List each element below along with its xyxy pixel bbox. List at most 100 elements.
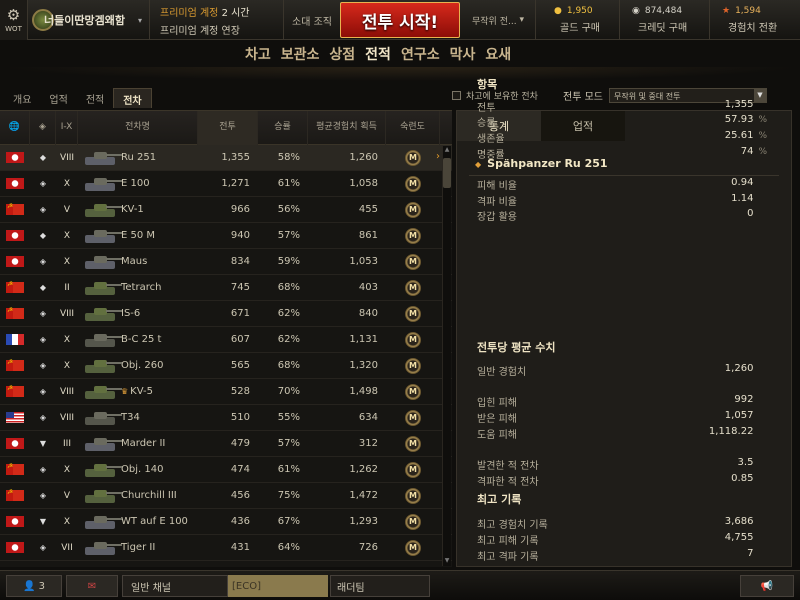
type-cell: ▼ bbox=[30, 431, 56, 457]
buy-gold-button[interactable]: 골드 구매 bbox=[554, 19, 600, 34]
tank-gun bbox=[106, 309, 122, 312]
table-row[interactable]: ◆ II Tetrarch 745 68% 403 M bbox=[0, 275, 452, 301]
stat-row: 최고 격파 기록 7% bbox=[477, 548, 767, 563]
battle-button[interactable]: 전투 시작! bbox=[340, 2, 460, 38]
tank-gun bbox=[106, 335, 122, 338]
main-menu-item[interactable]: 연구소 bbox=[401, 44, 440, 66]
main-menu-item[interactable]: 차고 bbox=[245, 44, 271, 66]
table-row[interactable]: ▼ X WT auf E 100 436 67% 1,293 M bbox=[0, 509, 452, 535]
chevron-down-icon: ▾ bbox=[138, 15, 143, 25]
table-row[interactable]: ◈VIII♛KV-552870%1,498M bbox=[0, 379, 452, 405]
stat-label: 최고 피해 기록 bbox=[477, 536, 539, 547]
account-name: 너들이딴망겜왜함 bbox=[44, 14, 125, 27]
stat-row: 명중률 74% bbox=[477, 146, 767, 161]
avg-xp-cell: 403 bbox=[358, 282, 378, 293]
scrollbar-thumb[interactable] bbox=[443, 158, 451, 188]
table-row[interactable]: ◆ X E 50 M 940 57% 861 M bbox=[0, 223, 452, 249]
channel-ladder-tab[interactable]: 래더팀 bbox=[330, 575, 430, 597]
profile-tab[interactable]: 전차 bbox=[113, 88, 152, 108]
table-row[interactable]: ◈ X E 100 1,271 61% 1,058 M bbox=[0, 171, 452, 197]
table-row[interactable]: ▼ III Marder II 479 57% 312 M bbox=[0, 431, 452, 457]
stat-unit: % bbox=[758, 131, 767, 141]
battle-type-selector[interactable]: 무작위 전... ▾ bbox=[468, 0, 536, 40]
channel-general-tab[interactable]: 일반 채널 bbox=[122, 575, 228, 597]
table-row[interactable]: ◈ X Obj. 260 565 68% 1,320 M bbox=[0, 353, 452, 379]
table-row[interactable]: ◈ X B-C 25 t 607 62% 1,131 M bbox=[0, 327, 452, 353]
scroll-down-icon[interactable]: ▼ bbox=[443, 557, 451, 566]
header-name-sort[interactable]: 전차명 bbox=[78, 110, 198, 145]
header-type-filter[interactable]: ◈ bbox=[30, 110, 56, 145]
vehicle-name: KV-5 bbox=[130, 386, 153, 397]
stat-value: 1,260% bbox=[725, 363, 767, 378]
settings-menu-button[interactable]: ⚙ WOT bbox=[0, 0, 28, 40]
table-row[interactable]: ◈ VII Tiger II 431 64% 726 M bbox=[0, 535, 452, 561]
header-battles-sort[interactable]: 전투 bbox=[198, 110, 258, 145]
header-label: 숙련도 bbox=[400, 122, 425, 132]
stat-label: 일반 경험치 bbox=[477, 367, 527, 378]
tank-gun bbox=[106, 491, 122, 494]
vehicle-name: Churchill III bbox=[121, 490, 177, 501]
winrate-cell: 57% bbox=[277, 230, 300, 241]
header-winrate-sort[interactable]: 승률 bbox=[258, 110, 308, 145]
header-tier-sort[interactable]: I-X bbox=[56, 110, 78, 145]
tank-gun bbox=[106, 465, 122, 468]
tank-type-icon: ◈ bbox=[39, 543, 47, 552]
battles-cell: 745 bbox=[230, 282, 250, 293]
main-menu-item[interactable]: 상점 bbox=[329, 44, 355, 66]
buy-credits-button[interactable]: 크레딧 구매 bbox=[632, 19, 687, 34]
main-menu-item[interactable]: 보관소 bbox=[281, 44, 320, 66]
table-row[interactable]: ◈ V Churchill III 456 75% 1,472 M bbox=[0, 483, 452, 509]
chat-button[interactable]: ✉ bbox=[66, 575, 118, 597]
list-scrollbar[interactable]: ▲ ▼ bbox=[442, 146, 451, 566]
stat-label: 입힌 피해 bbox=[477, 398, 517, 409]
channel-eco-tab[interactable]: [ECO] bbox=[228, 575, 328, 597]
friends-button[interactable]: 👤 3 bbox=[6, 575, 62, 597]
stat-label: 명중률 bbox=[477, 150, 505, 161]
winrate-cell: 61% bbox=[277, 178, 300, 189]
main-menu-item[interactable]: 전적 bbox=[365, 44, 391, 66]
name-cell: WT auf E 100 bbox=[78, 509, 198, 535]
notifications-button[interactable]: 📢 bbox=[740, 575, 794, 597]
winrate-cell: 59% bbox=[277, 256, 300, 267]
stat-row: 입힌 피해 992% bbox=[477, 394, 767, 409]
mastery-badge-icon: M bbox=[405, 435, 421, 452]
profile-tab[interactable]: 개요 bbox=[4, 88, 40, 108]
header-nation-filter[interactable]: 🌐 bbox=[0, 110, 30, 145]
vehicle-stats-panel: 통계업적 ◆Späh­panzer Ru 251 항목전투1,355%승률57.… bbox=[456, 78, 792, 567]
main-menu-item[interactable]: 요새 bbox=[485, 44, 511, 66]
table-row[interactable]: ◈ VIII IS-6 671 62% 840 M bbox=[0, 301, 452, 327]
stat-number: 74 bbox=[740, 146, 754, 157]
owned-filter-checkbox[interactable] bbox=[452, 91, 461, 100]
profile-tab[interactable]: 전적 bbox=[77, 88, 113, 108]
account-menu[interactable]: 너들이딴망겜왜함 ▾ bbox=[30, 0, 150, 40]
profile-tab[interactable]: 업적 bbox=[40, 88, 76, 108]
header-label: 전차명 bbox=[125, 122, 150, 132]
header-mastery-sort[interactable]: 숙련도 bbox=[386, 110, 440, 145]
name-cell: E 100 bbox=[78, 171, 198, 197]
main-menu-item[interactable]: 막사 bbox=[450, 44, 476, 66]
avg-xp-cell: 312 bbox=[358, 438, 378, 449]
tank-gun bbox=[106, 179, 122, 182]
mastery-cell: M bbox=[386, 145, 440, 171]
convert-xp-button[interactable]: 경험치 전환 bbox=[722, 19, 777, 34]
stats-section-title: 항목 bbox=[477, 78, 498, 91]
header-avg-xp-sort[interactable]: 평균 경험치 획득 bbox=[308, 110, 386, 145]
logo-label: WOT bbox=[5, 24, 22, 33]
avg-xp-cell: 1,320 bbox=[349, 360, 378, 371]
table-row[interactable]: ◈ V KV-1 966 56% 455 M bbox=[0, 197, 452, 223]
table-row[interactable]: ◈ X Obj. 140 474 61% 1,262 M bbox=[0, 457, 452, 483]
vehicle-name: KV-1 bbox=[121, 204, 144, 215]
stat-number: 7 bbox=[747, 548, 754, 559]
table-row[interactable]: ◈ X Maus 834 59% 1,053 M bbox=[0, 249, 452, 275]
table-row[interactable]: ◈ VIII T34 510 55% 634 M bbox=[0, 405, 452, 431]
create-platoon-button[interactable]: 소대 조직 bbox=[284, 0, 340, 40]
vehicle-name: WT auf E 100 bbox=[121, 516, 188, 527]
scroll-up-icon[interactable]: ▲ bbox=[443, 146, 451, 155]
premium-account[interactable]: 프리미엄 계정 2 시간 프리미엄 계정 연장 bbox=[160, 0, 284, 40]
vehicle-table-body: ◆ VIII Ru 251 1,355 58% 1,260 M › ◈ X E 100 1,271 61… bbox=[0, 145, 452, 561]
avg-xp-cell: 634 bbox=[358, 412, 378, 423]
table-row[interactable]: ◆ VIII Ru 251 1,355 58% 1,260 M › bbox=[0, 145, 452, 171]
stat-number: 57.93 bbox=[724, 114, 754, 125]
stat-number: 3.5 bbox=[737, 457, 754, 468]
premium-extend-link[interactable]: 프리미엄 계정 연장 bbox=[160, 22, 240, 37]
